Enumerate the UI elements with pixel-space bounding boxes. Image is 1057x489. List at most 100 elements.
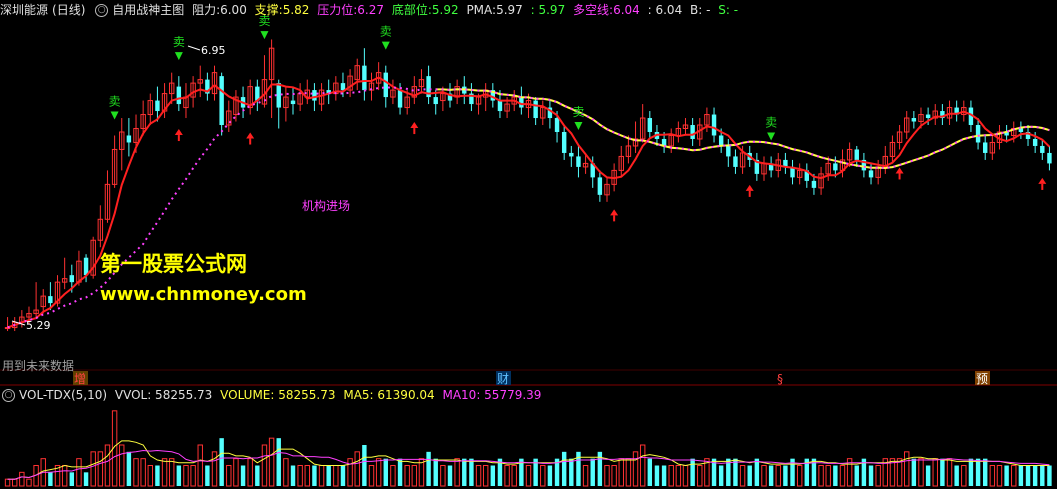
vol-indicator-name[interactable]: VOL-TDX(5,10)	[19, 388, 107, 402]
volume-bar-down	[1047, 465, 1052, 486]
volume-bar-up	[233, 458, 239, 487]
candle-body-down	[711, 114, 717, 136]
volume-bar-up	[268, 437, 275, 487]
candle-body-down	[569, 152, 574, 157]
volume-bar-down	[290, 465, 296, 486]
candle-body-down	[854, 149, 859, 160]
volume-bar-up	[304, 465, 310, 487]
volume-bar-down	[83, 472, 89, 486]
candle-body-down	[597, 177, 603, 195]
volume-bar-down	[854, 465, 859, 486]
candle-body-down	[982, 142, 988, 153]
vol-settings-icon[interactable]: ○	[2, 389, 15, 402]
volume-bar-up	[318, 465, 325, 487]
volume-bar-up	[347, 458, 353, 487]
buy-arrow-icon	[895, 167, 904, 174]
volume-bar-down	[654, 465, 660, 486]
volume-bar-up	[133, 458, 139, 487]
volume-bar-up	[932, 458, 938, 487]
candle-body-down	[1047, 152, 1052, 164]
volume-bar-down	[661, 465, 667, 486]
volume-bar-up	[261, 444, 268, 487]
volume-bar-down	[276, 438, 281, 486]
sell-signal: 卖	[258, 14, 270, 28]
candle-body-down	[726, 145, 731, 157]
buy-arrow-icon	[174, 129, 183, 136]
volume-bar-up	[19, 471, 25, 487]
candle-body-down	[1032, 138, 1038, 146]
volume-bar-up	[961, 465, 967, 487]
volume-bar-up	[625, 458, 632, 487]
volume-bar-down	[176, 465, 182, 486]
candle-body-down	[312, 90, 317, 101]
candle-body-down	[576, 156, 581, 167]
volume-bar-up	[390, 465, 396, 487]
volume-bar-up	[97, 451, 104, 487]
volume-bar-down	[126, 451, 132, 486]
sell-signal: 卖	[173, 35, 185, 49]
volume-bar-up	[90, 451, 96, 487]
candle-body-down	[276, 83, 281, 108]
volume-bar-up	[989, 465, 996, 487]
candle-body-down	[340, 83, 346, 91]
candle-body-down	[219, 76, 224, 126]
volume-bar-down	[69, 472, 75, 486]
volume-bar-up	[739, 465, 746, 487]
volume-bar-up	[140, 458, 146, 487]
volume-bar-up	[283, 458, 289, 487]
volume-bar-down	[155, 465, 160, 486]
volume-bar-down	[1025, 465, 1031, 486]
volume-bar-up	[611, 465, 617, 487]
marker-forecast[interactable]: 预	[976, 372, 988, 386]
candle-body-down	[833, 163, 838, 171]
high-price-label: 6.95	[201, 44, 226, 57]
marker-increase[interactable]: 增	[74, 372, 86, 386]
volume-bar-up	[511, 465, 517, 487]
volume-bar-down	[747, 465, 752, 486]
future-data-note: 用到未来数据	[2, 359, 75, 373]
volume-bar-up	[903, 451, 910, 487]
sell-arrow-icon	[767, 132, 776, 141]
volume-bar-up	[104, 444, 111, 487]
ma10-value: MA10: 55779.39	[442, 388, 542, 402]
volume-bar-up	[996, 465, 1003, 487]
marker-s[interactable]: §	[777, 372, 783, 386]
volume-bar-up	[675, 465, 682, 487]
volume-bar-down	[240, 465, 246, 486]
volume-bar-down	[982, 458, 988, 486]
volume-bar-up	[454, 458, 460, 487]
volume-bar-down	[1018, 465, 1024, 486]
marker-finance[interactable]: 财	[497, 372, 509, 386]
volume-bar-down	[48, 472, 53, 486]
candle-body-down	[176, 86, 182, 105]
volume-bar-down	[925, 465, 931, 486]
volume-bar-up	[411, 465, 418, 487]
volume-bar-down	[490, 465, 496, 486]
volume-bar-down	[940, 458, 945, 486]
volume-bar-up	[440, 465, 446, 487]
candle-body-down	[811, 180, 817, 188]
sell-arrow-icon	[381, 41, 390, 50]
volume-bar-down	[590, 458, 595, 486]
volume-bar-up	[226, 465, 232, 487]
buy-arrow-icon	[610, 209, 619, 216]
candle-body-down	[126, 135, 132, 143]
volume-bar-down	[255, 465, 260, 486]
kline-chart[interactable]: 卖卖卖卖卖卖 增 财 § 预 6.95 5.29 机构进场	[0, 0, 1057, 489]
sell-signal: 卖	[109, 94, 121, 108]
volume-bar-up	[11, 478, 18, 487]
volume-bar-up	[247, 458, 253, 487]
vvol-value: VVOL: 58255.73	[114, 388, 213, 402]
volume-bar-down	[312, 465, 317, 486]
candle-body-down	[48, 296, 53, 304]
volume-bar-up	[119, 444, 125, 487]
volume-bar-down	[911, 458, 917, 486]
candle-body-down	[733, 156, 738, 167]
volume-bar-up	[618, 458, 624, 487]
volume-bar-down	[647, 458, 653, 486]
volume-bar-down	[690, 458, 695, 486]
volume-bar-down	[362, 445, 367, 486]
volume-bar-up	[896, 458, 903, 487]
volume-bar-up	[1011, 465, 1017, 487]
candle-body-down	[83, 257, 89, 276]
